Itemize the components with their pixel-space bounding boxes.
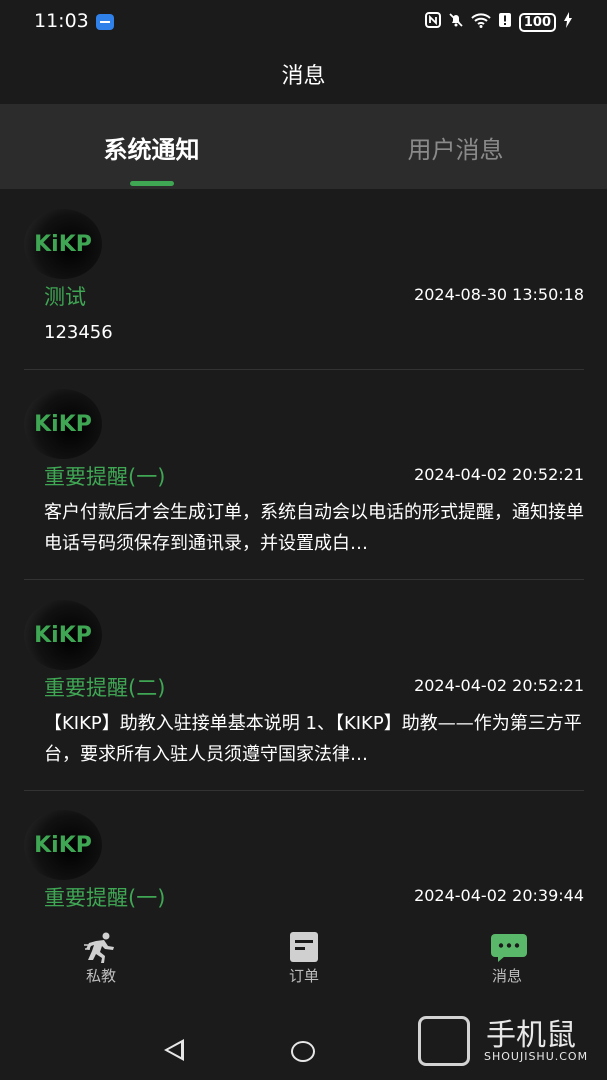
avatar-logo-text: KiKP [34,832,92,858]
tab-user-messages[interactable]: 用户消息 [304,130,607,165]
nfc-icon [424,12,441,32]
message-time: 2024-04-02 20:39:44 [414,886,584,905]
charging-icon [563,12,573,32]
alert-icon [498,12,512,32]
avatar-logo-text: KiKP [34,231,92,257]
tab-bar: 系统通知 用户消息 [0,104,607,189]
list-item[interactable]: KiKP 重要提醒(一) 2024-04-02 20:52:21 客户付款后才会… [24,389,584,579]
avatar: KiKP [24,209,102,279]
wifi-icon [471,12,491,32]
status-icons: 100 [424,12,573,32]
message-time: 2024-04-02 20:52:21 [414,676,584,695]
bottom-nav: 私教 订单 消息 [0,929,607,997]
message-body: 123456 [44,322,113,343]
watermark-subtext: SHOUJISHU.COM [484,1050,589,1063]
divider [24,790,584,791]
avatar-logo-text: KiKP [34,411,92,437]
divider [24,579,584,580]
message-title: 重要提醒(二) [44,676,166,700]
message-body: 【KIKP】助教入驻接单基本说明 1、【KIKP】助教——作为第三方平台，要求所… [44,713,582,765]
home-icon[interactable] [291,1041,315,1062]
mute-icon [448,12,464,32]
nav-label: 订单 [288,967,319,985]
order-icon [287,931,321,963]
avatar: KiKP [24,600,102,670]
message-title: 测试 [44,285,86,309]
message-title: 重要提醒(一) [44,886,166,910]
avatar: KiKP [24,810,102,880]
nav-item-messages[interactable]: 消息 [457,929,557,986]
divider [24,369,584,370]
watermark: 手机鼠 SHOUJISHU.COM [418,1008,590,1068]
runner-icon [84,931,118,963]
nav-label: 私教 [85,967,116,985]
nav-item-private-coach[interactable]: 私教 [51,929,151,986]
avatar-logo-text: KiKP [34,622,92,648]
watermark-logo-icon [418,1016,470,1066]
message-time: 2024-04-02 20:52:21 [414,465,584,484]
list-item[interactable]: KiKP 重要提醒(一) 2024-04-02 20:39:44 [24,810,584,929]
battery-icon: 100 [518,12,556,32]
header: 消息 [0,44,607,104]
list-item[interactable]: KiKP 重要提醒(二) 2024-04-02 20:52:21 【KIKP】助… [24,600,584,790]
avatar: KiKP [24,389,102,459]
chat-icon [490,931,527,963]
message-time: 2024-08-30 13:50:18 [414,285,584,304]
page-title: 消息 [281,64,326,89]
message-body: 客户付款后才会生成订单，系统自动会以电话的形式提醒，通知接单电话号码须保存到通讯… [44,502,584,554]
app-notification-icon [96,14,114,30]
message-title: 重要提醒(一) [44,465,166,489]
nav-label: 消息 [491,967,522,985]
status-time: 11:03 [34,10,89,32]
tab-active-indicator [130,181,174,186]
tab-system-notifications[interactable]: 系统通知 [0,130,303,165]
message-list[interactable]: KiKP 测试 2024-08-30 13:50:18 123456 KiKP … [0,189,607,929]
list-item[interactable]: KiKP 测试 2024-08-30 13:50:18 123456 [24,209,584,369]
nav-item-orders[interactable]: 订单 [254,929,354,986]
status-bar: 11:03 100 [0,0,607,44]
watermark-text: 手机鼠 [486,1018,576,1053]
back-icon[interactable] [164,1039,184,1061]
